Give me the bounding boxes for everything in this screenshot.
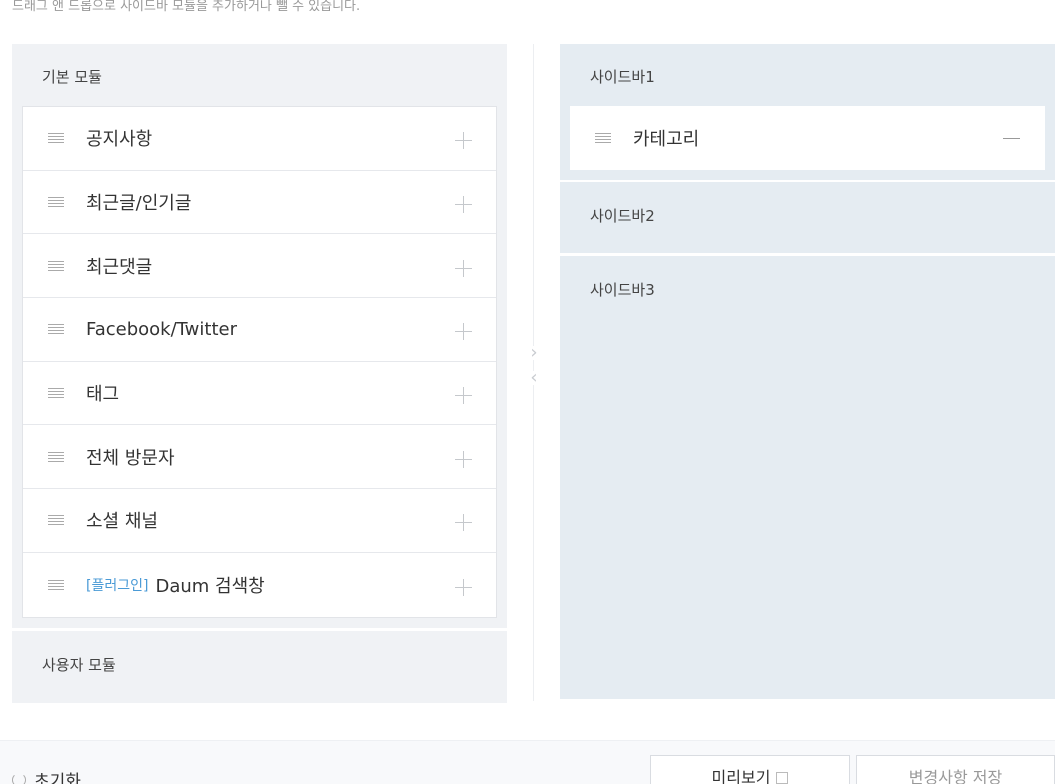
- module-item-total-visitors[interactable]: 전체 방문자: [23, 425, 496, 490]
- refresh-icon: [12, 772, 26, 784]
- drag-handle-icon[interactable]: [48, 324, 64, 335]
- drag-handle-icon[interactable]: [48, 197, 64, 208]
- add-module-button[interactable]: [455, 259, 472, 277]
- module-label: 공지사항: [86, 129, 153, 151]
- remove-module-button[interactable]: [1003, 138, 1020, 139]
- sidebar-1-dropzone[interactable]: 사이드바1 카테고리: [560, 44, 1055, 180]
- add-module-button[interactable]: [455, 323, 472, 341]
- module-label: 카테고리: [633, 129, 700, 150]
- module-item-recent-posts[interactable]: 최근글/인기글: [23, 171, 496, 235]
- save-changes-button[interactable]: 변경사항 저장: [856, 755, 1055, 784]
- drag-handle-icon[interactable]: [48, 515, 64, 526]
- reset-button[interactable]: 초기화: [12, 767, 81, 784]
- module-label: 소셜 채널: [86, 511, 158, 533]
- drag-handle-icon[interactable]: [48, 133, 64, 144]
- drag-handle-icon[interactable]: [48, 451, 64, 462]
- add-module-button[interactable]: [455, 132, 472, 150]
- preview-label: 미리보기: [711, 768, 771, 784]
- chevron-right-icon[interactable]: ›: [527, 344, 541, 362]
- module-item-daum-search[interactable]: [플러그인] Daum 검색창: [23, 553, 496, 617]
- footer-bar: 초기화 미리보기 변경사항 저장: [0, 740, 1055, 784]
- drag-handle-icon[interactable]: [595, 133, 611, 143]
- module-item-recent-comments[interactable]: 최근댓글: [23, 234, 496, 299]
- instruction-text: 드래그 앤 드롭으로 사이드바 모듈을 추가하거나 뺄 수 있습니다.: [12, 0, 361, 14]
- external-link-icon: [776, 772, 789, 784]
- add-module-button[interactable]: [455, 514, 472, 532]
- module-label: 최근글/인기글: [86, 193, 192, 215]
- module-item-tag[interactable]: 태그: [23, 362, 496, 426]
- sidebar-column: 사이드바1 카테고리 사이드바2 사이드바3: [560, 44, 1055, 701]
- add-module-button[interactable]: [455, 196, 472, 214]
- preview-button[interactable]: 미리보기: [650, 755, 850, 784]
- add-module-button[interactable]: [455, 387, 472, 405]
- drag-handle-icon[interactable]: [48, 260, 64, 271]
- module-item-notice[interactable]: 공지사항: [23, 107, 496, 171]
- sidebar-3-title: 사이드바3: [590, 281, 655, 299]
- sidebar-2-title: 사이드바2: [590, 207, 655, 225]
- user-modules-title: 사용자 모듈: [42, 655, 116, 674]
- drag-handle-icon[interactable]: [48, 579, 64, 590]
- drag-handle-icon[interactable]: [48, 388, 64, 399]
- basic-modules-title: 기본 모듈: [42, 68, 102, 86]
- sidebar-2-dropzone[interactable]: 사이드바2: [560, 182, 1055, 253]
- sidebar-3-dropzone[interactable]: 사이드바3: [560, 256, 1055, 699]
- save-label: 변경사항 저장: [908, 768, 1003, 784]
- module-label: Daum 검색창: [155, 575, 265, 597]
- user-modules-panel[interactable]: 사용자 모듈: [12, 630, 507, 703]
- placed-module-category[interactable]: 카테고리: [570, 106, 1045, 170]
- chevron-left-icon[interactable]: ‹: [527, 369, 541, 387]
- module-label: Facebook/Twitter: [86, 318, 237, 340]
- module-source-column: 기본 모듈 공지사항 최근글/인기글 최근댓글 Facebook/Twitter: [12, 44, 507, 703]
- module-item-social-channels[interactable]: 소셜 채널: [23, 489, 496, 553]
- reset-label: 초기화: [34, 772, 81, 784]
- sidebar-1-title: 사이드바1: [590, 68, 655, 86]
- module-label: 최근댓글: [86, 256, 153, 278]
- plugin-tag: [플러그인]: [86, 577, 149, 594]
- add-module-button[interactable]: [455, 450, 472, 468]
- basic-module-list: 공지사항 최근글/인기글 최근댓글 Facebook/Twitter 태그 전체…: [22, 106, 497, 618]
- basic-modules-panel: 기본 모듈 공지사항 최근글/인기글 최근댓글 Facebook/Twitter: [12, 44, 507, 628]
- add-module-button[interactable]: [455, 578, 472, 596]
- module-item-facebook-twitter[interactable]: Facebook/Twitter: [23, 298, 496, 362]
- module-label: 태그: [86, 384, 120, 406]
- module-label: 전체 방문자: [86, 447, 175, 469]
